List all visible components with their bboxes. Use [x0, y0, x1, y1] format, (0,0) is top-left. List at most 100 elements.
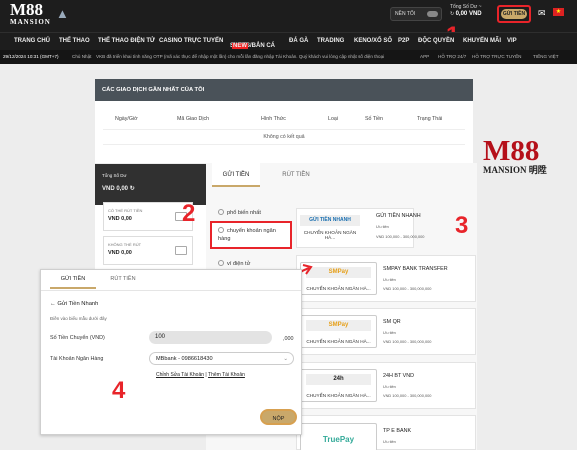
provider-name: SMPAY BANK TRANSFER	[383, 266, 448, 272]
news-ticker: 29/12/2024 10:31 (GMT+7) Chủ Nhật VKB đã…	[0, 50, 577, 64]
menu-item-trading[interactable]: TRADING	[317, 38, 344, 44]
withdrawable-label: CÓ THỂ RÚT TIỀN	[108, 208, 143, 213]
link-separator: |	[205, 372, 207, 378]
menu-item-exclusive[interactable]: ĐỘC QUYỀN	[418, 38, 454, 44]
balance-display[interactable]: Tổng Số Dư ~ ↻ 0,00 VND	[450, 4, 492, 24]
step-number-3: 3	[455, 212, 469, 239]
modal-tab-withdraw[interactable]: RÚT TIỀN	[103, 270, 143, 289]
provider-tag: Ưu tiên	[383, 330, 396, 335]
menu-item-promotions[interactable]: KHUYẾN MÃI	[463, 38, 501, 44]
provider-tag: Ưu tiên	[383, 277, 396, 282]
provider-smpay-bank[interactable]: SMPay CHUYỂN KHOẢN NGÂN HÀ... SMPAY BANK…	[296, 255, 476, 302]
add-account-link[interactable]: Thêm Tài Khoản	[208, 372, 245, 378]
language-flag-icon[interactable]: ★	[553, 8, 564, 16]
back-title[interactable]: ← Gửi Tiền Nhanh	[50, 301, 98, 307]
modal-title: Gửi Tiền Nhanh	[57, 301, 99, 307]
menu-item-cockfight[interactable]: ĐÁ GÀ	[289, 38, 308, 44]
column-header-status: Trạng Thái	[417, 116, 443, 122]
method-popular-label: phổ biến nhất	[227, 210, 261, 216]
column-header-datetime: Ngày/Giờ	[115, 116, 138, 122]
provider-fast-deposit[interactable]: GỬI TIỀN NHANH CHUYỂN KHOẢN NGÂN HÀ... G…	[296, 208, 424, 248]
deposit-button-highlight: GỬI TIỀN	[497, 5, 531, 23]
submit-button[interactable]: NỘP	[260, 409, 297, 425]
column-header-amount: Số Tiền	[365, 116, 383, 122]
menu-item-keno[interactable]: KENO/XỔ SỐ	[354, 38, 392, 44]
amount-input[interactable]: 100	[149, 331, 272, 344]
step-number-4: 4	[112, 377, 126, 404]
menu-item-p2p[interactable]: P2P	[398, 38, 409, 44]
ticker-day: Chủ Nhật	[72, 54, 92, 59]
tree-icon: ▲	[56, 6, 69, 21]
tab-withdraw[interactable]: RÚT TIỀN	[270, 163, 322, 187]
menu-item-vip[interactable]: VIP	[507, 38, 517, 44]
refresh-balance-icon[interactable]: ↻	[130, 186, 135, 192]
account-links: Chỉnh Sửa Tài Khoản | Thêm Tài Khoản	[156, 372, 245, 378]
provider-tag: Ưu tiên	[376, 224, 389, 229]
menu-item-home[interactable]: TRANG CHỦ	[14, 38, 50, 44]
dark-mode-toggle[interactable]: NỀN TỐI	[390, 7, 442, 21]
new-badge: NEW	[232, 43, 248, 49]
provider-name: TP E BANK	[383, 428, 412, 434]
form-instruction: Điền vào biểu mẫu dưới đây	[50, 316, 107, 321]
provider-range: VND 100,000 - 300,000,000	[383, 339, 432, 344]
withdrawable-card: CÓ THỂ RÚT TIỀN VND 0,00	[103, 202, 193, 231]
bank-account-value: MBbank - 0986618430	[156, 356, 213, 362]
tab-deposit[interactable]: GỬI TIỀN	[212, 163, 260, 187]
bank-account-label: Tài Khoản Ngân Hàng	[50, 356, 104, 362]
menu-item-sports[interactable]: THỂ THAO	[59, 38, 90, 44]
provider-range: VND 100,000 - 300,000,000	[383, 393, 432, 398]
method-popular[interactable]: phổ biến nhất	[210, 204, 292, 222]
provider-truepay[interactable]: TruePay TP E BANK Ưu tiên	[296, 415, 476, 450]
provider-name: GỬI TIỀN NHANH	[376, 213, 421, 219]
provider-24h-logo: 24h CHUYỂN KHOẢN NGÂN HÀ...	[300, 369, 377, 402]
column-header-transaction-id: Mã Giao Dịch	[177, 116, 210, 122]
divider	[41, 290, 301, 291]
wallet-icon	[218, 260, 224, 266]
provider-logo-text: SMPay	[306, 267, 371, 278]
menu-item-casino[interactable]: CASINO TRỰC TUYẾN	[159, 38, 223, 44]
mail-icon[interactable]: ✉	[538, 8, 546, 19]
menu-item-esports[interactable]: THỂ THAO ĐIỆN TỬ	[98, 38, 155, 44]
deposit-button[interactable]: GỬI TIỀN	[501, 9, 527, 19]
provider-smqr-logo: SMPay CHUYỂN KHOẢN NGÂN HÀ...	[300, 315, 377, 348]
provider-fast-deposit-logo: GỬI TIỀN NHANH CHUYỂN KHOẢN NGÂN HÀ...	[299, 211, 361, 243]
m88-mansion-watermark: M88 MANSION 明陞	[483, 137, 565, 179]
amount-label: Số Tiền Chuyển (VND)	[50, 335, 105, 341]
column-header-type: Loại	[328, 116, 339, 122]
method-bank-transfer-label: chuyển khoản ngân hàng	[218, 228, 276, 242]
provider-24h[interactable]: 24h CHUYỂN KHOẢN NGÂN HÀ... 24H BT VND Ư…	[296, 362, 476, 409]
chat-link[interactable]: HỖ TRỢ 24/7	[438, 54, 466, 59]
ticker-datetime: 29/12/2024 10:31 (GMT+7)	[3, 54, 59, 59]
provider-range: VND 100,000 - 300,000,000	[376, 234, 425, 239]
provider-logo-text: 24h	[306, 374, 371, 385]
modal-tab-deposit[interactable]: GỬI TIỀN	[50, 270, 96, 289]
recent-transactions-panel: CÁC GIAO DỊCH GẦN NHẤT CỦA TÔI Ngày/Giờ …	[95, 79, 473, 163]
fast-deposit-modal: GỬI TIỀN RÚT TIỀN ← Gửi Tiền Nhanh Điền …	[40, 269, 302, 435]
provider-tag: Ưu tiên	[383, 384, 396, 389]
app-link[interactable]: APP	[420, 54, 429, 59]
edit-account-link[interactable]: Chỉnh Sửa Tài Khoản	[156, 372, 204, 378]
logo-text: M88	[10, 0, 44, 19]
provider-range: VND 100,000 - 300,000,000	[383, 286, 432, 291]
provider-name: 24H BT VND	[383, 373, 415, 379]
total-balance-card: Tổng Số Dư VND 0,00 ↻	[95, 164, 206, 205]
support-link[interactable]: HỖ TRỢ TRỰC TUYẾN	[472, 54, 521, 59]
method-bank-transfer[interactable]: chuyển khoản ngân hàng	[210, 221, 292, 249]
language-link[interactable]: TIẾNG VIỆT	[533, 54, 559, 59]
watermark-small: MANSION 明陞	[483, 165, 547, 175]
column-header-method: Hình Thức	[261, 116, 286, 122]
total-balance-value: VND 0,00	[102, 186, 129, 192]
provider-truepay-logo: TruePay	[300, 423, 377, 450]
chevron-down-icon: ⌄	[283, 356, 288, 362]
transactions-title: CÁC GIAO DỊCH GẦN NHẤT CỦA TÔI	[95, 79, 473, 101]
m88-logo[interactable]: M88 MANSION ▲	[10, 0, 72, 30]
provider-name: SM QR	[383, 319, 401, 325]
provider-tag: Ưu tiên	[383, 439, 396, 444]
ticker-message: VKB đã triển khai tính năng OTP (mã xác …	[96, 54, 385, 59]
toggle-switch[interactable]	[427, 11, 438, 17]
total-balance-label: Tổng Số Dư	[102, 173, 127, 178]
bank-account-select[interactable]: MBbank - 0986618430 ⌄	[149, 352, 294, 365]
provider-logo-text: TruePay	[306, 434, 371, 445]
provider-sm-qr[interactable]: SMPay CHUYỂN KHOẢN NGÂN HÀ... SM QR Ưu t…	[296, 308, 476, 355]
step-number-2: 2	[182, 200, 196, 227]
